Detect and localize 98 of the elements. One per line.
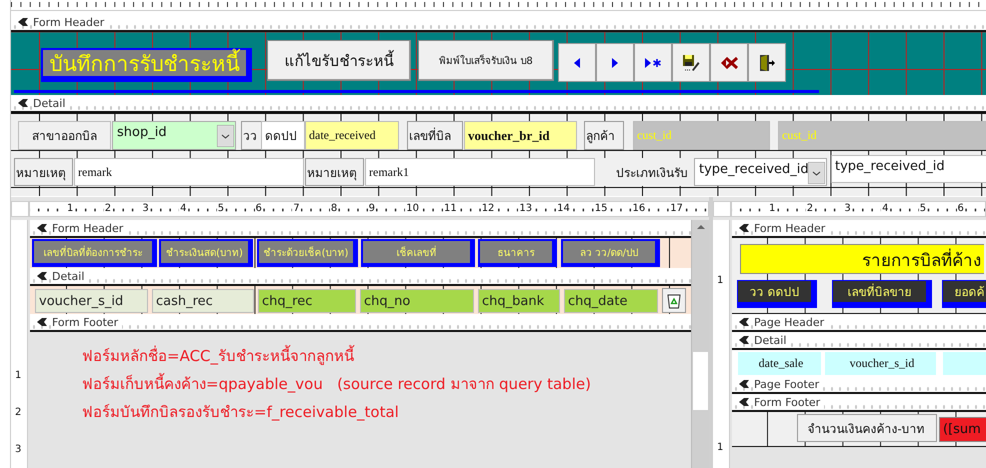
previous-record-button[interactable] — [558, 43, 596, 82]
field-label: สาขาออกบิล — [18, 121, 111, 150]
ruler-number: 13 — [518, 203, 534, 214]
section-icon — [17, 17, 29, 27]
ruler-number: 7 — [292, 203, 301, 214]
ruler-number: 6 — [254, 203, 263, 214]
dropdown-icon — [808, 162, 825, 184]
field-label: หมายเหตุ — [305, 158, 364, 186]
ruler-number: 1 — [768, 203, 776, 214]
ruler-number: 11 — [443, 203, 458, 214]
ruler-number: 5 — [918, 203, 928, 214]
column-header: ธนาคาร — [478, 239, 557, 267]
text-field[interactable]: voucher_br_id — [464, 121, 577, 150]
text-field[interactable]: chq_no — [360, 289, 474, 313]
form-title: บันทึกการรับชำระหนี้ — [41, 48, 252, 82]
column-header: ลว วว/ดด/ปป — [561, 239, 660, 267]
column-header: เลขที่บิลที่ต้องการชำระ — [32, 239, 157, 267]
section-icon — [36, 223, 48, 233]
right-triangle-icon — [611, 56, 619, 68]
ruler-number: 4 — [881, 203, 890, 214]
left-triangle-icon — [573, 56, 581, 68]
ruler-number: 8 — [330, 203, 338, 214]
column-header: ชำระเงินสด(บาท) — [159, 239, 253, 267]
ruler-number: 3 — [15, 444, 22, 455]
ruler-number: 1 — [15, 370, 22, 381]
command-button[interactable]: พิมพ์ใบเสร็จรับเงิน บ8 — [418, 40, 554, 81]
ruler-number: 12 — [480, 203, 496, 214]
text-field[interactable]: chq_rec — [258, 289, 356, 313]
section-title: Form Footer — [754, 396, 824, 408]
scroll-thumb[interactable] — [693, 352, 708, 410]
bin-icon — [667, 292, 681, 308]
ruler-number: 2 — [806, 203, 814, 214]
section-icon — [738, 317, 750, 327]
text-field[interactable]: type_received_id — [831, 155, 986, 183]
delete-button[interactable] — [662, 288, 686, 313]
banner-title: รายการบิลที่ค้าง — [740, 244, 984, 274]
text-field[interactable]: voucher_s_id — [824, 351, 937, 376]
ruler-number: 4 — [179, 203, 188, 214]
ruler-number: 17 — [669, 203, 684, 214]
text-field[interactable]: remark — [74, 158, 304, 186]
text-field[interactable]: ดดปป — [261, 121, 305, 150]
field-label: เลขที่บิล — [407, 121, 463, 150]
ruler-number: 14 — [556, 203, 571, 214]
section-icon — [738, 397, 750, 407]
save-record-button[interactable] — [672, 43, 710, 82]
field-label: วว — [241, 121, 263, 150]
ruler-number: 10 — [405, 203, 420, 214]
ruler-number: 5 — [216, 203, 226, 214]
text-field[interactable]: chq_bank — [478, 289, 560, 313]
exit-door-icon — [758, 54, 776, 72]
field-label: จำนวนเงินคงค้าง-บาท — [797, 414, 937, 442]
ruler-number: 1 — [66, 203, 74, 214]
note-text: ฟอร์มหลักชื่อ=ACC_รับชำระหนี้จากลูกหนี้ — [82, 344, 356, 367]
new-record-icon — [644, 56, 662, 68]
control: เลขที่บิลขาย — [832, 280, 932, 308]
exit-record-button[interactable] — [748, 43, 786, 82]
text-field[interactable]: remark1 — [365, 158, 595, 186]
dropdown-icon — [217, 125, 234, 147]
combo-box[interactable]: type_received_id — [694, 158, 827, 186]
text-field[interactable]: cash_rec — [152, 289, 254, 313]
note-text: ฟอร์มบันทึกบิลรองรับชำระ=f_receivable_total — [82, 402, 400, 423]
ruler-number: 15 — [594, 203, 609, 214]
section-icon — [36, 271, 48, 281]
ruler-number: 9 — [368, 203, 376, 214]
delete-record-icon — [720, 56, 738, 70]
section-title: Form Footer — [52, 316, 122, 328]
ruler-number: 16 — [632, 203, 646, 214]
text-field[interactable]: chq_date — [564, 289, 658, 313]
section-icon — [17, 98, 29, 108]
scrollbar[interactable] — [691, 220, 709, 468]
ruler-number: 1 — [717, 275, 724, 286]
section-icon — [738, 223, 750, 233]
section-icon — [738, 379, 750, 389]
command-button[interactable]: แก้ไขรับชำระหนี้ — [267, 40, 411, 81]
control: วว ดดปป — [737, 280, 817, 308]
field-label: หมายเหตุ — [14, 158, 73, 186]
ruler-number: 6 — [956, 203, 965, 214]
new-record-button[interactable] — [634, 43, 672, 82]
text-field[interactable]: date_received — [305, 121, 399, 150]
ruler-number: 2 — [15, 407, 22, 418]
ruler-number: 2 — [104, 203, 112, 214]
text-field[interactable]: date_sale — [737, 351, 822, 376]
text-field[interactable]: voucher_s_id — [35, 289, 148, 313]
ruler-number: 1 — [717, 442, 724, 453]
ruler-number: 3 — [141, 203, 150, 214]
control: ยอดค้ — [942, 280, 986, 308]
delete-record-button[interactable] — [710, 43, 748, 82]
section-icon — [738, 335, 750, 345]
ruler-number: 3 — [843, 203, 852, 214]
next-record-button[interactable] — [596, 43, 634, 82]
text-field[interactable]: ([sum — [939, 417, 986, 442]
section-icon — [36, 317, 48, 327]
note-text: ฟอร์มเก็บหนี้คงค้าง=qpayable_vou (source record มาจาก query table) — [82, 372, 592, 395]
field-label: ลูกค้า — [584, 121, 624, 150]
combo-box[interactable]: shop_id — [112, 121, 236, 150]
floppy-pencil-icon — [682, 54, 700, 72]
column-header: เช็คเลขที่ — [361, 239, 475, 267]
column-header: ชำระด้วยเช็ค(บาท) — [257, 239, 358, 267]
